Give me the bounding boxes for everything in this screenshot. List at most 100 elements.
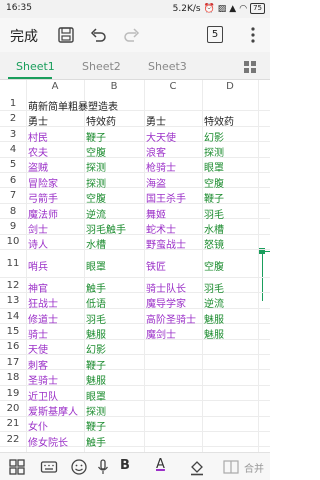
cell-d[interactable]: 空腹 <box>204 175 224 190</box>
cell-a[interactable]: 骑士 <box>28 326 48 341</box>
cell-d[interactable]: 探测 <box>204 144 224 159</box>
column-header-d[interactable]: D <box>202 80 258 94</box>
done-button[interactable]: 完成 <box>10 26 38 46</box>
cell-b[interactable]: 探测 <box>86 159 106 174</box>
cell-b[interactable]: 触手 <box>86 434 106 449</box>
fill-color-icon[interactable] <box>188 458 206 476</box>
cell-d[interactable]: 逆流 <box>204 295 224 310</box>
cell-b[interactable]: 幻影 <box>86 341 106 356</box>
row-number[interactable]: 17 <box>0 357 26 368</box>
row-number[interactable]: 7 <box>0 190 26 201</box>
mic-icon[interactable] <box>94 458 112 476</box>
cell-c[interactable]: 高阶圣骑士 <box>146 311 196 326</box>
cell-a[interactable]: 冒险家 <box>28 175 58 190</box>
cell-a[interactable]: 天使 <box>28 341 48 356</box>
row-number[interactable]: 4 <box>0 144 26 155</box>
merge-cells-icon[interactable] <box>222 458 240 476</box>
cell-b[interactable]: 羽毛 <box>86 311 106 326</box>
row-number[interactable]: 15 <box>0 326 26 337</box>
row-number[interactable]: 9 <box>0 221 26 232</box>
cell-a[interactable]: 盗贼 <box>28 159 48 174</box>
row-number[interactable]: 10 <box>0 236 26 247</box>
cell-a[interactable]: 圣骑士 <box>28 372 58 387</box>
column-header-b[interactable]: B <box>84 80 144 94</box>
cell-b[interactable]: 逆流 <box>86 206 106 221</box>
row-number[interactable]: 8 <box>0 206 26 217</box>
cell-a[interactable]: 村民 <box>28 129 48 144</box>
cell-b[interactable]: 魅服 <box>86 372 106 387</box>
cell-c[interactable]: 蛇术士 <box>146 221 176 236</box>
row-number[interactable]: 13 <box>0 295 26 306</box>
tab-sheet3[interactable]: Sheet3 <box>148 60 187 73</box>
cell-b[interactable]: 魅服 <box>86 326 106 341</box>
row-number[interactable]: 1 <box>0 98 26 109</box>
cell-b[interactable]: 水槽 <box>86 236 106 251</box>
row-number[interactable]: 22 <box>0 434 26 445</box>
cell-b[interactable]: 鞭子 <box>86 418 106 433</box>
cell-a[interactable]: 爱斯基摩人 <box>28 403 78 418</box>
cell-b[interactable]: 眼罩 <box>86 388 106 403</box>
cell-a[interactable]: 刺客 <box>28 357 48 372</box>
cell-b[interactable]: 眼罩 <box>86 258 106 273</box>
row-number[interactable]: 11 <box>0 258 26 269</box>
cell-b[interactable]: 触手 <box>86 280 106 295</box>
cell-b[interactable]: 鞭子 <box>86 357 106 372</box>
cell-a[interactable]: 萌新简单粗暴塑造表 <box>28 98 118 113</box>
cell-b[interactable]: 鞭子 <box>86 129 106 144</box>
cell-c[interactable]: 勇士 <box>146 113 166 128</box>
cell-a[interactable]: 女仆 <box>28 418 48 433</box>
cell-c[interactable]: 国王杀手 <box>146 190 186 205</box>
row-number[interactable]: 5 <box>0 159 26 170</box>
row-number[interactable]: 14 <box>0 311 26 322</box>
cell-d[interactable]: 鞭子 <box>204 190 224 205</box>
cell-d[interactable]: 特效药 <box>204 113 234 128</box>
cell-d[interactable]: 怒镜 <box>204 236 224 251</box>
cell-d[interactable]: 羽毛 <box>204 206 224 221</box>
cell-b[interactable]: 羽毛触手 <box>86 221 126 236</box>
cell-c[interactable]: 魔导学家 <box>146 295 186 310</box>
cell-d[interactable]: 眼罩 <box>204 159 224 174</box>
tab-sheet1[interactable]: Sheet1 <box>16 60 55 73</box>
cell-a[interactable]: 狂战士 <box>28 295 58 310</box>
row-number[interactable]: 21 <box>0 418 26 429</box>
cell-a[interactable]: 诗人 <box>28 236 48 251</box>
column-header-a[interactable]: A <box>26 80 84 94</box>
undo-icon[interactable] <box>88 25 108 45</box>
sheet-list-icon[interactable] <box>244 61 256 73</box>
row-number[interactable]: 3 <box>0 129 26 140</box>
cell-d[interactable]: 幻影 <box>204 129 224 144</box>
tab-count-button[interactable]: 5 <box>207 26 223 43</box>
cell-a[interactable]: 农夫 <box>28 144 48 159</box>
column-header-c[interactable]: C <box>144 80 202 94</box>
cell-a[interactable]: 修道士 <box>28 311 58 326</box>
cell-b[interactable]: 空腹 <box>86 144 106 159</box>
cell-c[interactable]: 野蛮战士 <box>146 236 186 251</box>
merge-label[interactable]: 合并 <box>244 460 264 475</box>
cell-c[interactable]: 铁匠 <box>146 258 166 273</box>
cell-a[interactable]: 魔法师 <box>28 206 58 221</box>
font-color-button[interactable]: A <box>156 457 165 472</box>
emoji-icon[interactable] <box>70 458 88 476</box>
cell-c[interactable]: 骑士队长 <box>146 280 186 295</box>
cell-b[interactable]: 特效药 <box>86 113 116 128</box>
cell-d[interactable]: 羽毛 <box>204 280 224 295</box>
cell-a[interactable]: 修女院长 <box>28 434 68 449</box>
cell-a[interactable]: 神官 <box>28 280 48 295</box>
tab-sheet2[interactable]: Sheet2 <box>82 60 121 73</box>
cell-b[interactable]: 探测 <box>86 403 106 418</box>
row-number[interactable]: 6 <box>0 175 26 186</box>
cell-d[interactable]: 水槽 <box>204 221 224 236</box>
cell-a[interactable]: 哨兵 <box>28 258 48 273</box>
cell-c[interactable]: 浪客 <box>146 144 166 159</box>
cell-c[interactable]: 魔剑士 <box>146 326 176 341</box>
keyboard-icon[interactable] <box>40 458 58 476</box>
cell-b[interactable]: 空腹 <box>86 190 106 205</box>
cell-a[interactable]: 近卫队 <box>28 388 58 403</box>
bold-button[interactable]: B <box>120 458 130 473</box>
row-number[interactable]: 2 <box>0 113 26 124</box>
cell-b[interactable]: 探测 <box>86 175 106 190</box>
cell-c[interactable]: 舞姬 <box>146 206 166 221</box>
cell-c[interactable]: 枪骑士 <box>146 159 176 174</box>
spreadsheet-grid[interactable]: A B C D 1 萌新简单粗暴塑造表 2 勇士 特效药 勇士 特效药 3 村民 鞭子 大天使 幻影 4… <box>0 80 270 452</box>
row-number[interactable]: 18 <box>0 372 26 383</box>
